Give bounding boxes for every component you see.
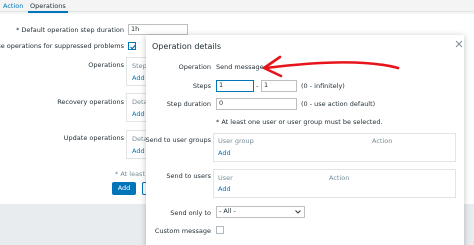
annotation-arrow (262, 55, 400, 78)
annotation-arrow-shaft (264, 61, 400, 70)
